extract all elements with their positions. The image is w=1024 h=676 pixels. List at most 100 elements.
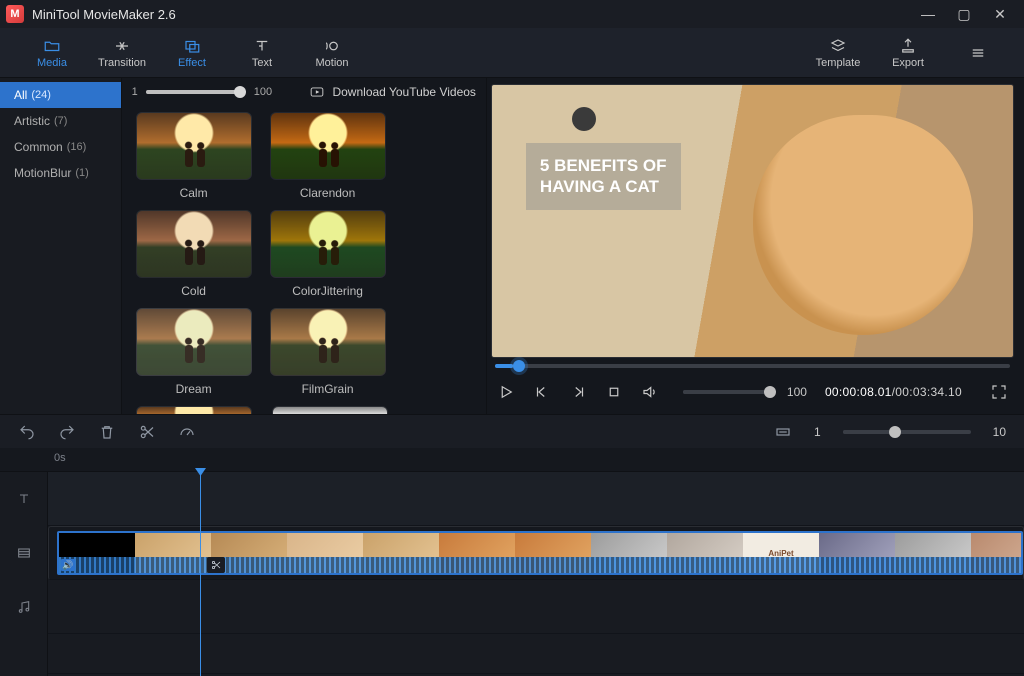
download-youtube-link[interactable]: Download YouTube Videos [308,85,475,99]
grid-toolbar: 1 100 Download YouTube Videos [122,78,486,106]
effect-card-colorjittering[interactable]: ColorJittering [270,210,386,298]
effect-label: Dream [176,382,212,396]
tab-text[interactable]: Text [234,37,290,69]
audio-track[interactable] [48,580,1024,634]
trash-icon [98,423,116,441]
prev-frame-button[interactable] [533,383,551,401]
preview-overlay-text: 5 BENEFITS OF HAVING A CAT [526,143,681,210]
next-frame-button[interactable] [569,383,587,401]
scissors-icon [138,423,156,441]
hamburger-menu-button[interactable] [950,37,1006,69]
tab-transition[interactable]: Transition [94,37,150,69]
track-header-audio[interactable] [0,580,47,634]
tab-label: Transition [98,57,146,69]
preview-zoom-slider[interactable] [683,390,769,394]
window-close-button[interactable]: ✕ [982,0,1018,28]
video-track[interactable]: AniPet 🔊 [48,526,1024,580]
overlay-line1: 5 BENEFITS OF [540,155,667,176]
undo-button[interactable] [18,423,36,441]
sidebar-item-label: All [14,88,27,102]
preview-zoom-value: 100 [787,385,807,399]
timeline-ruler[interactable]: 0s [0,448,1024,472]
preview-timecode: 00:00:08.01/00:03:34.10 [825,385,962,399]
play-button[interactable] [497,383,515,401]
split-button[interactable] [138,423,156,441]
timeline-zoom-max: 10 [993,425,1006,439]
sidebar-item-motionblur[interactable]: MotionBlur (1) [0,160,121,186]
track-lanes: AniPet 🔊 [48,472,1024,676]
clip-speaker-icon: 🔊 [61,559,75,571]
clip-split-marker[interactable] [207,557,225,573]
download-youtube-label: Download YouTube Videos [332,85,475,99]
sidebar-item-common[interactable]: Common (16) [0,134,121,160]
text-track-icon [16,491,32,507]
extra-track[interactable] [48,634,1024,674]
tab-effect[interactable]: Effect [164,37,220,69]
titlebar: M MiniTool MovieMaker 2.6 — ▢ ✕ [0,0,1024,28]
scissors-icon [210,559,222,571]
next-frame-icon [569,383,587,401]
sidebar-item-label: Common [14,140,63,154]
menu-icon [969,44,987,62]
effect-thumbnail [136,112,252,180]
fullscreen-button[interactable] [990,383,1008,401]
effect-card-calm[interactable]: Calm [136,112,252,200]
effect-label: FilmGrain [302,382,354,396]
sidebar-item-all[interactable]: All (24) [0,82,121,108]
tab-template[interactable]: Template [810,37,866,69]
clip-audio-waveform [59,557,1021,573]
effect-card-clarendon[interactable]: Clarendon [270,112,386,200]
tab-label: Motion [315,57,348,69]
track-header-video[interactable] [0,526,47,580]
window-maximize-button[interactable]: ▢ [946,0,982,28]
effect-card-partial[interactable] [272,406,388,414]
track-header-text[interactable] [0,472,47,526]
effect-icon [183,37,201,55]
motion-icon [323,37,341,55]
timeline-zoom-slider[interactable] [843,430,971,434]
fit-timeline-button[interactable] [774,423,792,441]
sidebar-item-artistic[interactable]: Artistic (7) [0,108,121,134]
tab-media[interactable]: Media [24,37,80,69]
preview-video[interactable]: 5 BENEFITS OF HAVING A CAT [491,84,1014,358]
speed-button[interactable] [178,423,196,441]
redo-button[interactable] [58,423,76,441]
thumb-size-slider[interactable] [146,90,246,94]
effect-thumbnail [270,210,386,278]
tab-motion[interactable]: Motion [304,37,360,69]
effect-thumbnail [136,308,252,376]
stop-button[interactable] [605,383,623,401]
sidebar-item-label: Artistic [14,114,50,128]
effect-label: ColorJittering [292,284,363,298]
timeline-playhead[interactable] [200,472,201,676]
window-minimize-button[interactable]: — [910,0,946,28]
tab-label: Template [816,57,861,69]
stop-icon [605,383,623,401]
export-icon [899,37,917,55]
overlay-logo-icon [572,107,596,131]
track-headers [0,472,48,676]
preview-seek-bar[interactable] [491,358,1014,376]
volume-button[interactable] [641,383,659,401]
effect-label: Clarendon [300,186,355,200]
video-clip[interactable]: AniPet 🔊 [57,531,1023,575]
delete-button[interactable] [98,423,116,441]
effect-card-dream[interactable]: Dream [136,308,252,396]
gauge-icon [178,423,196,441]
sidebar-item-count: (16) [67,141,87,153]
timeline-toolbar: 1 10 [0,414,1024,448]
main-toolbar: Media Transition Effect Text Motion Temp… [0,28,1024,78]
effect-thumbnail [136,210,252,278]
text-track[interactable] [48,472,1024,526]
effect-card-filmgrain[interactable]: FilmGrain [270,308,386,396]
tab-export[interactable]: Export [880,37,936,69]
play-icon [497,383,515,401]
effect-label: Calm [180,186,208,200]
effect-card-cold[interactable]: Cold [136,210,252,298]
youtube-icon [308,85,326,99]
sidebar-item-count: (24) [31,89,51,101]
sidebar-item-label: MotionBlur [14,166,71,180]
effect-card-partial[interactable] [136,406,252,414]
timeline-zoom-min: 1 [814,425,821,439]
tab-label: Effect [178,57,206,69]
